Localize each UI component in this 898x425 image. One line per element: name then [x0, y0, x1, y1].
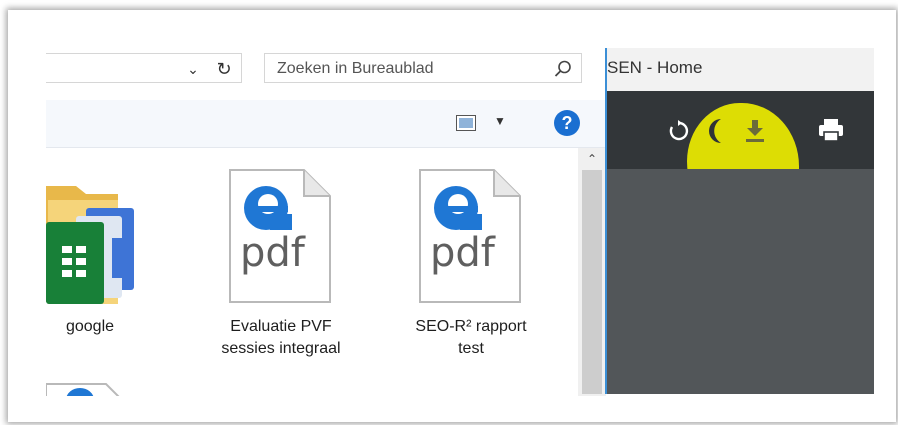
scrollbar-thumb[interactable] — [582, 170, 602, 394]
file-item-evaluatie-pvf[interactable]: pdf Evaluatie PVF sessies integraal — [206, 148, 356, 358]
chevron-down-icon[interactable]: ⌄ — [184, 60, 202, 78]
view-mode-icon[interactable] — [456, 115, 476, 131]
address-bar[interactable]: ⌄ ↻ — [46, 53, 242, 83]
shadow-crescent-icon — [709, 119, 721, 143]
file-item-label-line2: test — [458, 340, 484, 357]
file-item-google[interactable]: google — [46, 148, 166, 348]
folder-google-sheets-icon — [46, 186, 134, 304]
file-icon-partial — [46, 383, 120, 396]
vertical-scrollbar[interactable]: ⌃ — [578, 148, 606, 396]
help-icon[interactable]: ? — [554, 110, 580, 136]
pdf-document-area[interactable] — [605, 169, 874, 394]
search-input[interactable]: Zoeken in Bureaublad — [264, 53, 582, 83]
file-item-label-line2: sessies integraal — [221, 340, 341, 357]
refresh-icon[interactable]: ↻ — [212, 58, 236, 80]
pdf-badge-text: pdf — [430, 230, 495, 276]
rotate-icon[interactable] — [667, 119, 691, 143]
file-list: google pdf Evaluatie PVF sessies integra… — [46, 148, 578, 396]
pdf-viewer-window: SEN - Home — [605, 48, 874, 394]
view-dropdown-arrow-icon[interactable]: ▼ — [494, 114, 506, 128]
file-explorer-window: ⌄ ↻ Zoeken in Bureaublad ▼ ? google pdf … — [46, 46, 606, 396]
print-icon[interactable] — [817, 117, 845, 143]
pdf-badge-text: pdf — [240, 230, 305, 276]
chevron-up-icon[interactable]: ⌃ — [584, 152, 600, 166]
file-item-seo-rapport[interactable]: pdf SEO-R² rapport test — [396, 148, 546, 358]
file-item-label-line1: Evaluatie PVF — [230, 318, 332, 335]
search-icon[interactable] — [553, 59, 573, 79]
search-placeholder: Zoeken in Bureaublad — [277, 60, 434, 77]
viewer-toolbar — [605, 91, 874, 227]
ribbon-strip: ▼ ? — [46, 100, 606, 148]
viewer-tab[interactable]: SEN - Home — [605, 48, 874, 91]
viewer-title: SEN - Home — [607, 58, 703, 77]
file-item-label-line1: SEO-R² rapport — [415, 318, 527, 335]
download-icon[interactable] — [742, 117, 768, 143]
file-item-label: google — [65, 318, 115, 335]
